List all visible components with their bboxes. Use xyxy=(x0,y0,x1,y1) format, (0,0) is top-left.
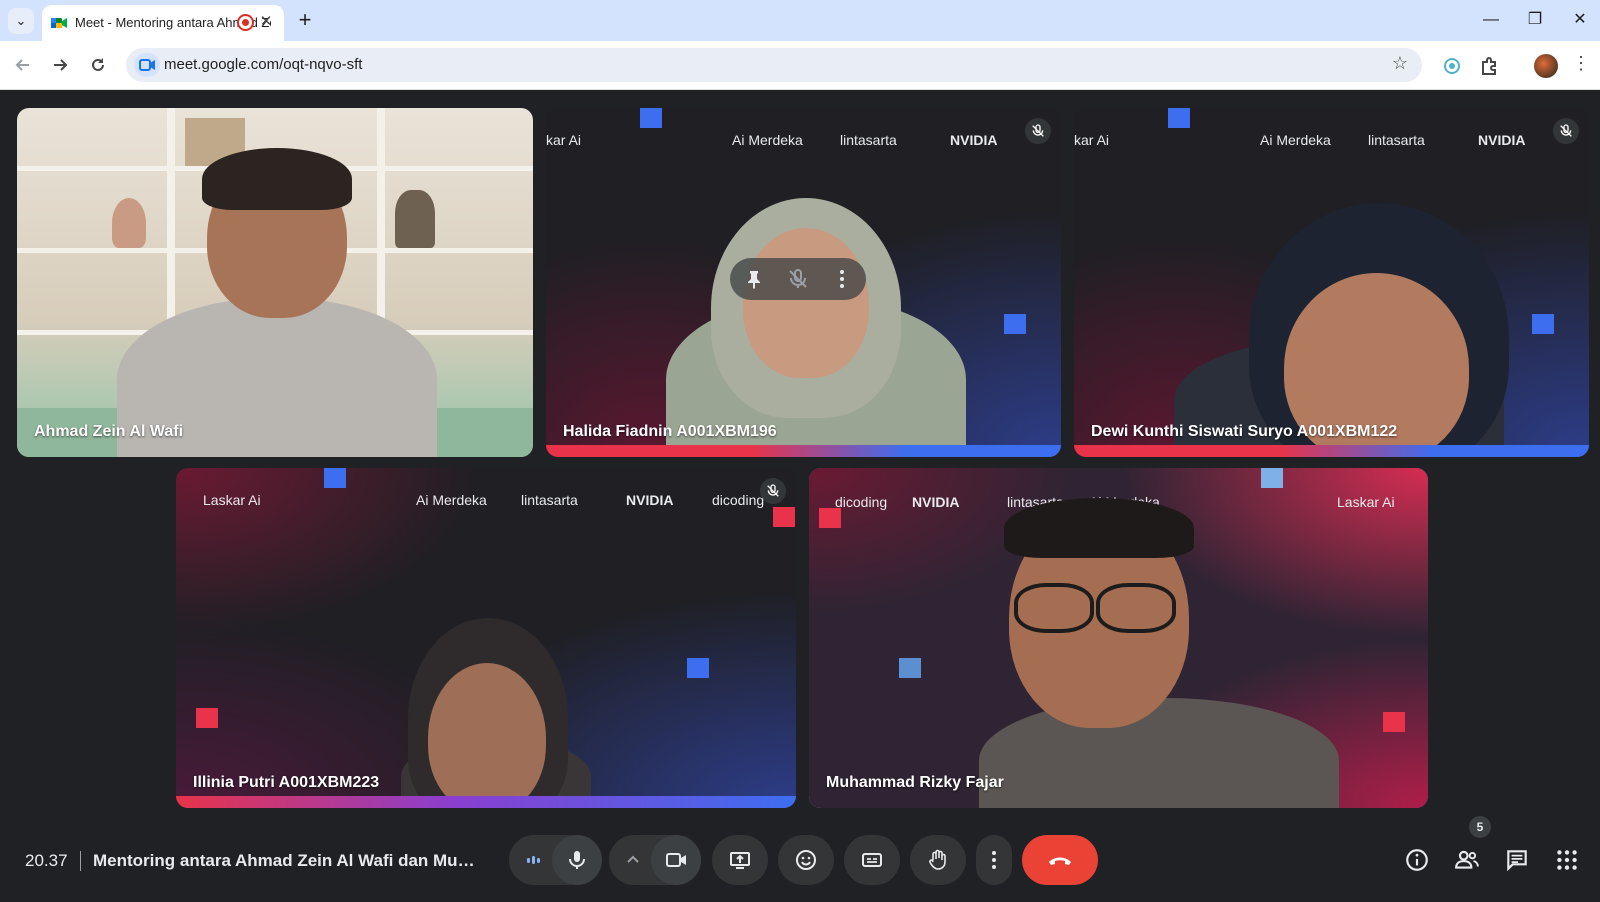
present-screen-button[interactable] xyxy=(712,835,768,885)
participant-name: Illinia Putri A001XBM223 xyxy=(193,774,380,791)
brand-logo: NVIDIA xyxy=(912,494,960,510)
new-tab-button[interactable]: + xyxy=(292,9,318,33)
mic-off-icon xyxy=(767,484,779,497)
camera-control-group xyxy=(609,835,701,885)
google-meet-icon xyxy=(51,18,67,28)
browser-tab-meet[interactable]: Meet - Mentoring antara Ahmad Zein Al Wa… xyxy=(42,5,284,41)
tab-search-button[interactable]: ⌄ xyxy=(8,8,34,34)
restore-button[interactable]: ❐ xyxy=(1520,8,1550,32)
browser-tab-bar: ⌄ Meet - Mentoring antara Ahmad Zein Al … xyxy=(0,0,1600,41)
participant-name: Muhammad Rizky Fajar xyxy=(826,774,1004,791)
extensions-puzzle-icon[interactable] xyxy=(1478,56,1500,78)
recording-indicator-icon xyxy=(237,14,254,31)
browser-toolbar: meet.google.com/oqt-nqvo-sft ☆ ⋮ xyxy=(0,41,1600,90)
glasses xyxy=(1014,583,1094,633)
brand-logo: Laskar Ai xyxy=(1337,494,1395,510)
brand-logo: lintasarta xyxy=(1368,132,1425,148)
pin-icon[interactable] xyxy=(742,267,766,291)
reload-icon xyxy=(92,58,104,71)
participant-count-badge: 5 xyxy=(1469,816,1491,838)
brand-logo: dicoding xyxy=(712,492,765,508)
star-icon[interactable]: ☆ xyxy=(1392,53,1408,74)
brand-logo: NVIDIA xyxy=(950,132,998,148)
reload-button[interactable] xyxy=(84,51,112,79)
mic-off-icon[interactable] xyxy=(786,267,810,291)
camera-button[interactable] xyxy=(651,835,701,885)
chevron-up-icon[interactable] xyxy=(621,848,645,872)
arrow-left-icon xyxy=(15,59,29,71)
chat-icon[interactable] xyxy=(1504,847,1530,873)
more-options-button[interactable] xyxy=(976,835,1012,885)
mic-off-icon xyxy=(1032,124,1044,137)
mic-off-icon xyxy=(1560,124,1572,137)
meeting-clock: 20.37 xyxy=(25,851,68,870)
raise-hand-icon xyxy=(929,849,946,870)
brand-logo: NVIDIA xyxy=(626,492,674,508)
address-bar[interactable]: meet.google.com/oqt-nqvo-sft ☆ xyxy=(126,48,1422,82)
brand-logo: Laskar Ai xyxy=(203,492,261,508)
captions-icon xyxy=(862,853,882,867)
brand-logo: dicoding xyxy=(835,494,888,510)
more-options-icon xyxy=(992,851,996,869)
activities-icon[interactable] xyxy=(1554,847,1580,873)
chevron-down-icon: ⌄ xyxy=(15,13,27,28)
emoji-icon xyxy=(796,850,816,870)
forward-button[interactable] xyxy=(46,51,74,79)
meeting-title: Mentoring antara Ahmad Zein Al Wafi dan … xyxy=(93,851,483,870)
participant-name: Ahmad Zein Al Wafi xyxy=(34,423,184,440)
close-window-button[interactable]: ✕ xyxy=(1565,8,1595,32)
participant-video xyxy=(979,698,1339,808)
brand-logo: NVIDIA xyxy=(1478,132,1526,148)
people-icon[interactable] xyxy=(1454,847,1480,873)
mic-off-badge xyxy=(760,478,786,504)
raise-hand-button[interactable] xyxy=(910,835,966,885)
participant-tile[interactable]: Ahmad Zein Al Wafi xyxy=(17,108,533,457)
brand-logo: lintasarta xyxy=(840,132,897,148)
info-icon[interactable] xyxy=(1404,847,1430,873)
site-camera-icon[interactable] xyxy=(134,53,160,77)
browser-menu-icon[interactable]: ⋮ xyxy=(1572,53,1590,74)
brand-logo: lintasarta xyxy=(521,492,578,508)
divider xyxy=(80,851,81,871)
tab-close-button[interactable]: ✕ xyxy=(256,12,276,32)
tile-hover-controls xyxy=(730,258,866,300)
participant-tile[interactable]: Laskar Ai Ai Merdeka lintasarta NVIDIA d… xyxy=(176,468,796,808)
video-stage: Ahmad Zein Al Wafi kar Ai Ai Merdeka lin… xyxy=(0,90,1600,817)
brand-logo: Ai Merdeka xyxy=(1260,132,1331,148)
end-call-button[interactable] xyxy=(1022,835,1098,885)
url-text: meet.google.com/oqt-nqvo-sft xyxy=(164,56,363,73)
brand-logo: Ai Merdeka xyxy=(416,492,487,508)
more-options-icon[interactable] xyxy=(830,267,854,291)
back-button[interactable] xyxy=(9,51,37,79)
arrow-right-icon xyxy=(54,59,68,71)
participant-tile-active-speaker[interactable]: dicoding NVIDIA lintasarta Ai Merdeka La… xyxy=(809,468,1428,808)
meeting-control-bar: 20.37 Mentoring antara Ahmad Zein Al Waf… xyxy=(0,816,1600,902)
end-call-icon xyxy=(1049,857,1071,865)
audio-level-icon xyxy=(527,856,540,864)
brand-logo: kar Ai xyxy=(1074,132,1110,148)
microphone-icon xyxy=(569,851,585,869)
camera-icon xyxy=(666,853,686,867)
participant-tile[interactable]: kar Ai Ai Merdeka lintasarta NVIDIA Hali… xyxy=(546,108,1061,457)
minimize-button[interactable]: — xyxy=(1476,8,1506,32)
profile-avatar[interactable] xyxy=(1534,54,1558,78)
microphone-control-group xyxy=(509,835,602,885)
mic-off-badge xyxy=(1025,118,1051,144)
emoji-reaction-button[interactable] xyxy=(778,835,834,885)
extension-icon[interactable] xyxy=(1441,56,1463,78)
microphone-button[interactable] xyxy=(552,835,602,885)
captions-button[interactable] xyxy=(844,835,900,885)
brand-logo: Ai Merdeka xyxy=(732,132,803,148)
participant-name: Dewi Kunthi Siswati Suryo A001XBM122 xyxy=(1091,423,1398,440)
mic-off-badge xyxy=(1553,118,1579,144)
participant-name: Halida Fiadnin A001XBM196 xyxy=(563,423,777,440)
present-screen-icon xyxy=(730,852,750,869)
participant-tile[interactable]: kar Ai Ai Merdeka lintasarta NVIDIA Dewi… xyxy=(1074,108,1589,457)
brand-logo: kar Ai xyxy=(546,132,582,148)
